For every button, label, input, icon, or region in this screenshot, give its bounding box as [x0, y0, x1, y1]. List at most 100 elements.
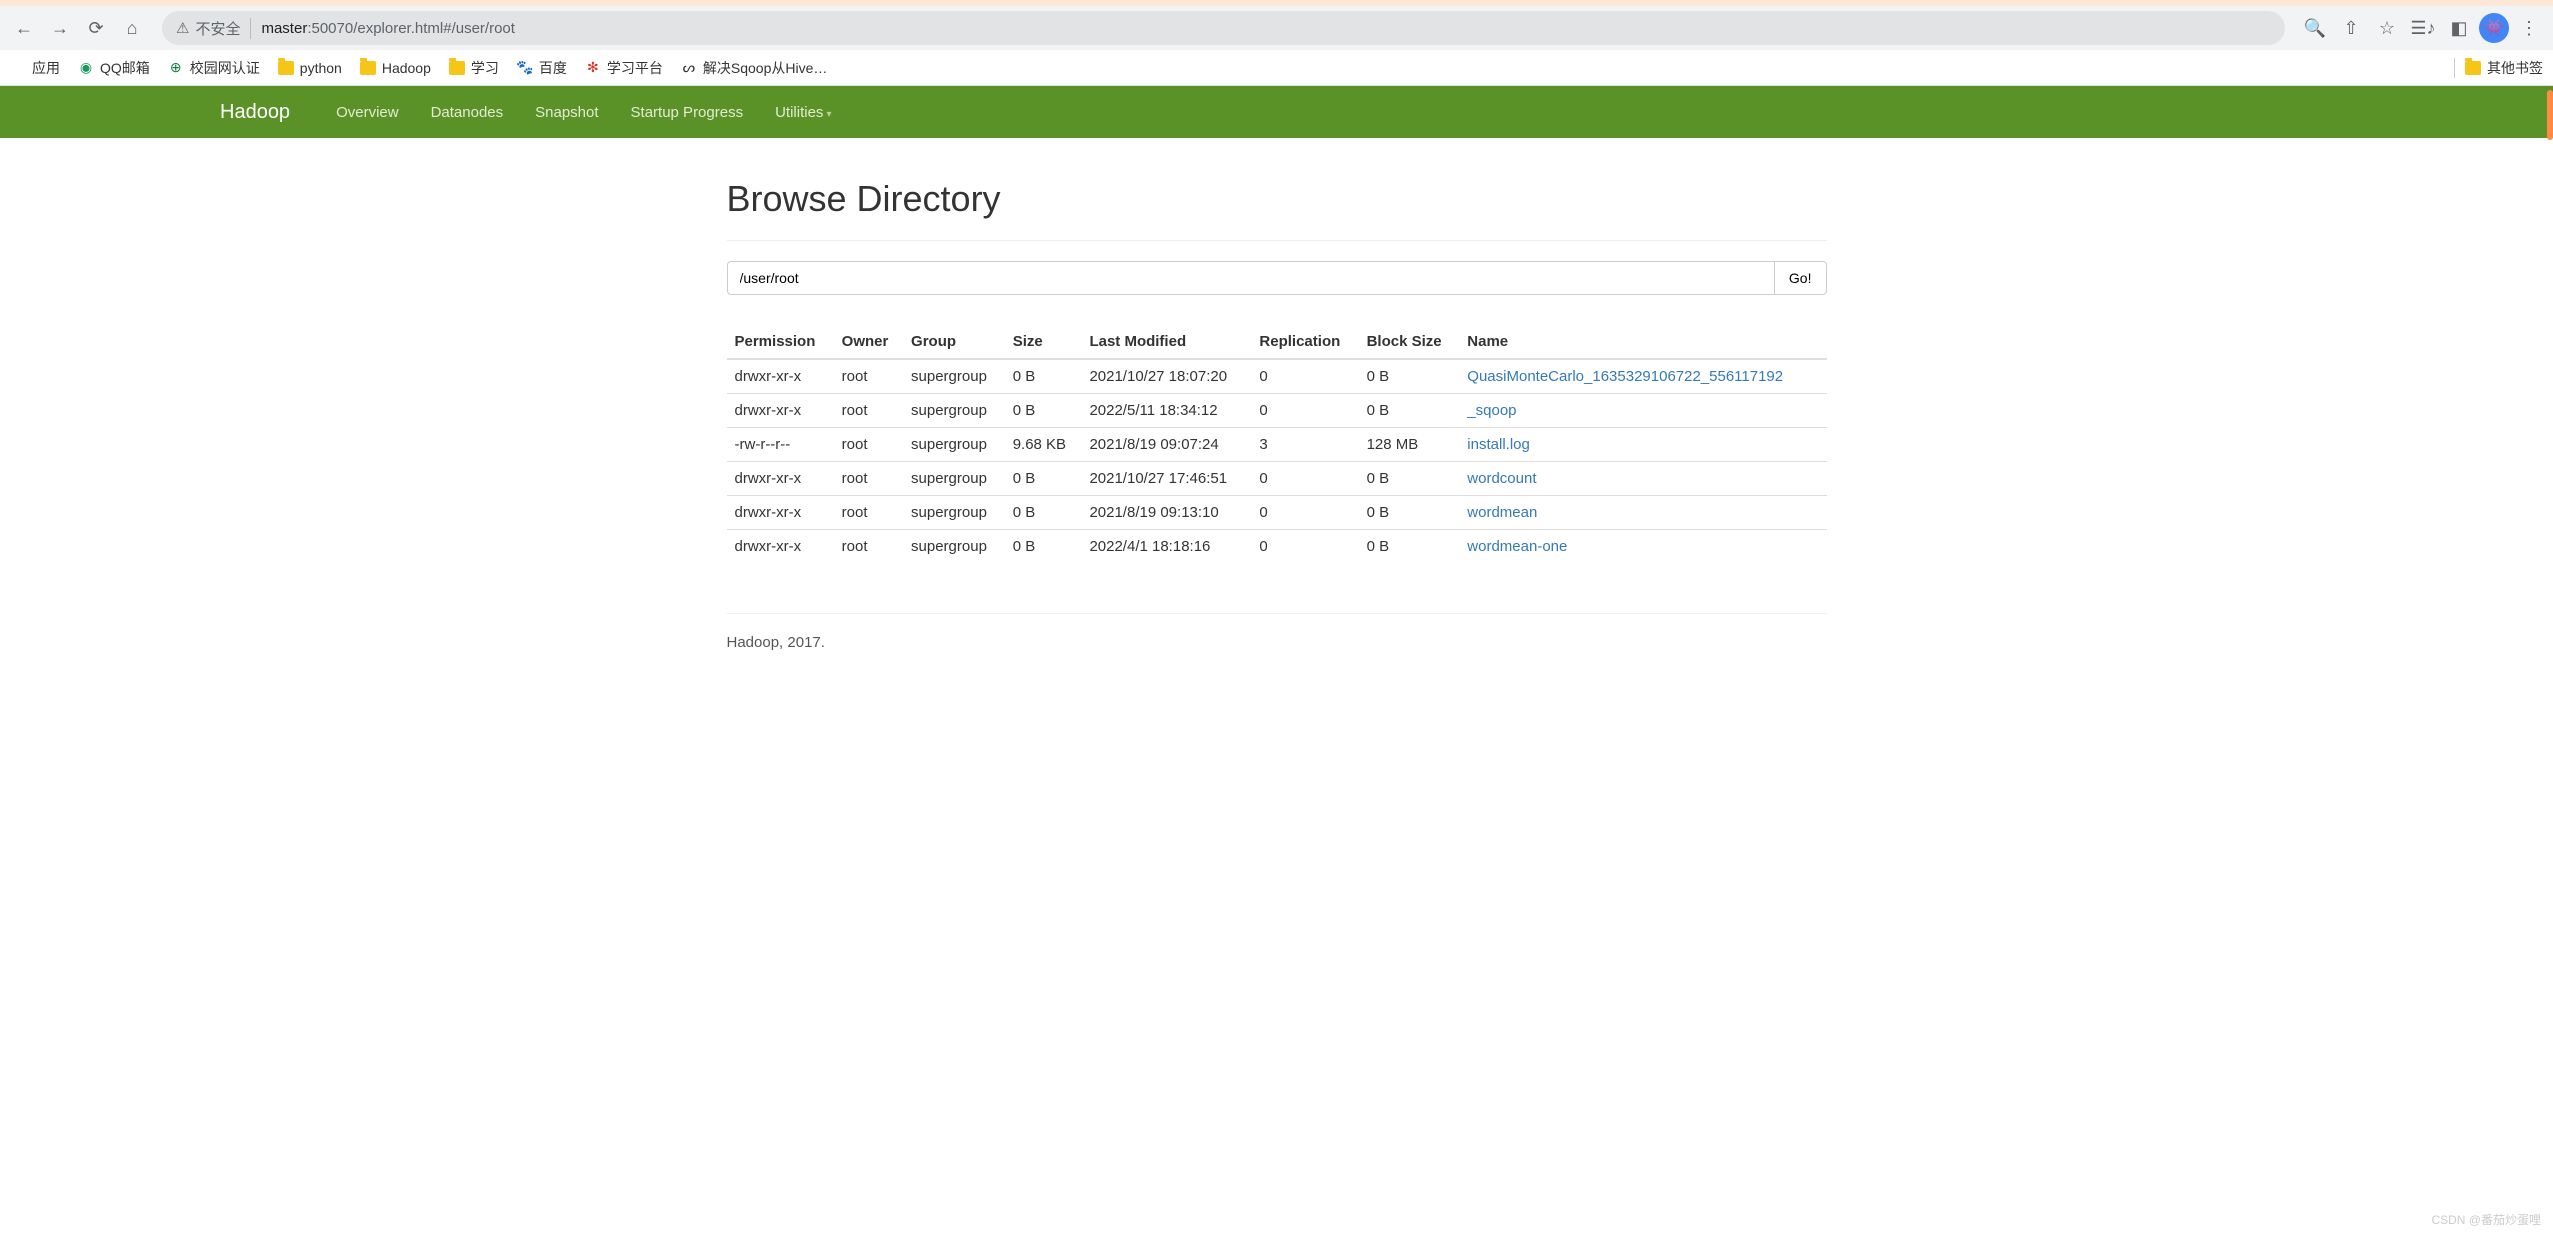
- cell-modified: 2021/8/19 09:13:10: [1081, 496, 1251, 530]
- bookmark-qqmail[interactable]: ◉ QQ邮箱: [78, 58, 150, 78]
- col-blocksize: Block Size: [1359, 325, 1460, 359]
- cell-owner: root: [834, 428, 903, 462]
- cell-blocksize: 128 MB: [1359, 428, 1460, 462]
- folder-icon: [2465, 61, 2481, 75]
- nav-datanodes[interactable]: Datanodes: [415, 104, 520, 121]
- nav-startup[interactable]: Startup Progress: [615, 104, 760, 121]
- address-bar[interactable]: ⚠ 不安全 master:50070/explorer.html#/user/r…: [162, 11, 2285, 45]
- file-link[interactable]: wordcount: [1467, 470, 1536, 487]
- cell-owner: root: [834, 496, 903, 530]
- table-row: drwxr-xr-xrootsupergroup0 B2021/8/19 09:…: [727, 496, 1827, 530]
- forward-button[interactable]: →: [44, 12, 76, 44]
- bookmark-sqoop[interactable]: ᔕ 解决Sqoop从Hive…: [681, 58, 828, 78]
- nav-utilities[interactable]: Utilities▾: [759, 104, 847, 121]
- apps-label: 应用: [32, 58, 60, 78]
- cell-replication: 0: [1251, 530, 1358, 564]
- cell-permission: drwxr-xr-x: [727, 394, 834, 428]
- bookmark-hadoop[interactable]: Hadoop: [360, 60, 431, 76]
- side-panel-icon[interactable]: ◧: [2443, 12, 2475, 44]
- cell-group: supergroup: [903, 462, 1005, 496]
- brand[interactable]: Hadoop: [220, 101, 290, 124]
- cell-name: QuasiMonteCarlo_1635329106722_556117192: [1459, 359, 1826, 394]
- cell-permission: drwxr-xr-x: [727, 462, 834, 496]
- col-name: Name: [1459, 325, 1826, 359]
- menu-icon[interactable]: ⋮: [2513, 12, 2545, 44]
- cell-owner: root: [834, 394, 903, 428]
- file-link[interactable]: QuasiMonteCarlo_1635329106722_556117192: [1467, 368, 1783, 385]
- col-group: Group: [903, 325, 1005, 359]
- url-host: master: [261, 20, 307, 37]
- cell-name: wordcount: [1459, 462, 1826, 496]
- cell-replication: 0: [1251, 496, 1358, 530]
- qqmail-icon: ◉: [78, 60, 94, 76]
- url-path: :50070/explorer.html#/user/root: [307, 20, 515, 37]
- scroll-indicator: [2547, 90, 2553, 140]
- col-permission: Permission: [727, 325, 834, 359]
- folder-icon: [360, 61, 376, 75]
- page-title: Browse Directory: [727, 178, 1827, 220]
- cell-size: 9.68 KB: [1005, 428, 1082, 462]
- table-row: drwxr-xr-xrootsupergroup0 B2022/5/11 18:…: [727, 394, 1827, 428]
- share-icon[interactable]: ⇧: [2335, 12, 2367, 44]
- cell-replication: 0: [1251, 359, 1358, 394]
- footer: Hadoop, 2017.: [727, 613, 1827, 651]
- cell-permission: -rw-r--r--: [727, 428, 834, 462]
- reading-list-icon[interactable]: ☰♪: [2407, 12, 2439, 44]
- cell-group: supergroup: [903, 428, 1005, 462]
- apps-shortcut[interactable]: 应用: [10, 58, 60, 78]
- bookmark-platform[interactable]: ✻ 学习平台: [585, 58, 663, 78]
- cell-blocksize: 0 B: [1359, 530, 1460, 564]
- cell-modified: 2022/5/11 18:34:12: [1081, 394, 1251, 428]
- baidu-icon: 🐾: [517, 60, 533, 76]
- cell-owner: root: [834, 359, 903, 394]
- go-button[interactable]: Go!: [1775, 261, 1827, 295]
- watermark: CSDN @番茄炒蛋哩: [2431, 1211, 2541, 1228]
- file-link[interactable]: wordmean-one: [1467, 538, 1567, 555]
- cell-name: wordmean: [1459, 496, 1826, 530]
- zoom-icon[interactable]: 🔍: [2299, 12, 2331, 44]
- other-bookmarks[interactable]: 其他书签: [2465, 58, 2543, 78]
- bookmark-campus[interactable]: ⊕ 校园网认证: [168, 58, 260, 78]
- folder-icon: [449, 61, 465, 75]
- nav-snapshot[interactable]: Snapshot: [519, 104, 614, 121]
- platform-icon: ✻: [585, 60, 601, 76]
- back-button[interactable]: ←: [8, 12, 40, 44]
- insecure-icon: ⚠: [176, 19, 189, 37]
- cell-modified: 2021/8/19 09:07:24: [1081, 428, 1251, 462]
- file-table: Permission Owner Group Size Last Modifie…: [727, 325, 1827, 563]
- file-link[interactable]: _sqoop: [1467, 402, 1516, 419]
- cell-size: 0 B: [1005, 394, 1082, 428]
- apps-icon: [10, 60, 26, 76]
- cell-replication: 3: [1251, 428, 1358, 462]
- cell-name: _sqoop: [1459, 394, 1826, 428]
- bookmark-python[interactable]: python: [278, 60, 342, 76]
- file-link[interactable]: install.log: [1467, 436, 1530, 453]
- nav-overview[interactable]: Overview: [320, 104, 415, 121]
- cell-replication: 0: [1251, 394, 1358, 428]
- cell-modified: 2021/10/27 17:46:51: [1081, 462, 1251, 496]
- bookmark-star-icon[interactable]: ☆: [2371, 12, 2403, 44]
- table-row: -rw-r--r--rootsupergroup9.68 KB2021/8/19…: [727, 428, 1827, 462]
- bookmarks-bar: 应用 ◉ QQ邮箱 ⊕ 校园网认证 python Hadoop 学习 🐾 百度 …: [0, 50, 2553, 86]
- reload-button[interactable]: ⟳: [80, 12, 112, 44]
- table-row: drwxr-xr-xrootsupergroup0 B2021/10/27 17…: [727, 462, 1827, 496]
- cell-size: 0 B: [1005, 359, 1082, 394]
- bookmark-baidu[interactable]: 🐾 百度: [517, 58, 567, 78]
- divider: [727, 240, 1827, 241]
- col-size: Size: [1005, 325, 1082, 359]
- campus-icon: ⊕: [168, 60, 184, 76]
- file-link[interactable]: wordmean: [1467, 504, 1537, 521]
- cell-name: install.log: [1459, 428, 1826, 462]
- home-button[interactable]: ⌂: [116, 12, 148, 44]
- table-row: drwxr-xr-xrootsupergroup0 B2022/4/1 18:1…: [727, 530, 1827, 564]
- cell-group: supergroup: [903, 359, 1005, 394]
- cell-group: supergroup: [903, 530, 1005, 564]
- cell-permission: drwxr-xr-x: [727, 359, 834, 394]
- cell-size: 0 B: [1005, 462, 1082, 496]
- cell-name: wordmean-one: [1459, 530, 1826, 564]
- hadoop-navbar: Hadoop Overview Datanodes Snapshot Start…: [0, 86, 2553, 138]
- path-input[interactable]: [727, 261, 1775, 295]
- profile-avatar[interactable]: 👾: [2479, 13, 2509, 43]
- bookmark-study[interactable]: 学习: [449, 58, 499, 78]
- cell-size: 0 B: [1005, 496, 1082, 530]
